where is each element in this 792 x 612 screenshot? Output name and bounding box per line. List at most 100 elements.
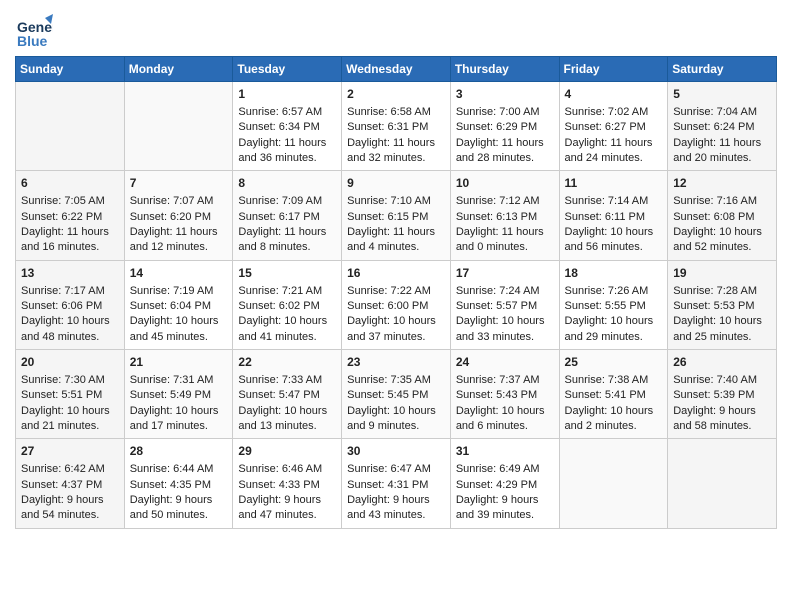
day-number: 13 xyxy=(21,265,119,282)
weekday-header-thursday: Thursday xyxy=(450,57,559,82)
sunset-text: Sunset: 6:04 PM xyxy=(130,299,228,314)
day-number: 2 xyxy=(347,86,445,103)
calendar-cell: 10Sunrise: 7:12 AMSunset: 6:13 PMDayligh… xyxy=(450,171,559,260)
calendar-week-row: 1Sunrise: 6:57 AMSunset: 6:34 PMDaylight… xyxy=(16,82,777,171)
calendar-cell: 4Sunrise: 7:02 AMSunset: 6:27 PMDaylight… xyxy=(559,82,668,171)
daylight-text: Daylight: 9 hours and 50 minutes. xyxy=(130,493,228,524)
sunset-text: Sunset: 6:02 PM xyxy=(238,299,336,314)
sunset-text: Sunset: 6:34 PM xyxy=(238,120,336,135)
day-number: 31 xyxy=(456,443,554,460)
sunset-text: Sunset: 4:35 PM xyxy=(130,478,228,493)
daylight-text: Daylight: 10 hours and 37 minutes. xyxy=(347,314,445,345)
day-number: 29 xyxy=(238,443,336,460)
sunrise-text: Sunrise: 6:57 AM xyxy=(238,105,336,120)
sunrise-text: Sunrise: 6:47 AM xyxy=(347,462,445,477)
sunrise-text: Sunrise: 7:09 AM xyxy=(238,194,336,209)
calendar-cell: 13Sunrise: 7:17 AMSunset: 6:06 PMDayligh… xyxy=(16,260,125,349)
sunset-text: Sunset: 6:17 PM xyxy=(238,210,336,225)
sunrise-text: Sunrise: 7:21 AM xyxy=(238,284,336,299)
sunset-text: Sunset: 6:24 PM xyxy=(673,120,771,135)
sunset-text: Sunset: 4:31 PM xyxy=(347,478,445,493)
day-number: 30 xyxy=(347,443,445,460)
sunset-text: Sunset: 5:47 PM xyxy=(238,388,336,403)
calendar-cell: 29Sunrise: 6:46 AMSunset: 4:33 PMDayligh… xyxy=(233,439,342,528)
weekday-header-wednesday: Wednesday xyxy=(342,57,451,82)
calendar-cell: 11Sunrise: 7:14 AMSunset: 6:11 PMDayligh… xyxy=(559,171,668,260)
day-number: 22 xyxy=(238,354,336,371)
daylight-text: Daylight: 9 hours and 43 minutes. xyxy=(347,493,445,524)
daylight-text: Daylight: 11 hours and 12 minutes. xyxy=(130,225,228,256)
daylight-text: Daylight: 10 hours and 52 minutes. xyxy=(673,225,771,256)
sunset-text: Sunset: 5:51 PM xyxy=(21,388,119,403)
daylight-text: Daylight: 11 hours and 4 minutes. xyxy=(347,225,445,256)
daylight-text: Daylight: 10 hours and 9 minutes. xyxy=(347,404,445,435)
day-number: 5 xyxy=(673,86,771,103)
sunset-text: Sunset: 5:43 PM xyxy=(456,388,554,403)
day-number: 3 xyxy=(456,86,554,103)
daylight-text: Daylight: 9 hours and 54 minutes. xyxy=(21,493,119,524)
day-number: 21 xyxy=(130,354,228,371)
calendar-week-row: 27Sunrise: 6:42 AMSunset: 4:37 PMDayligh… xyxy=(16,439,777,528)
calendar-cell: 22 Sunrise: 7:33 AMSunset: 5:47 PMDayligh… xyxy=(233,350,342,439)
sunset-text: Sunset: 4:33 PM xyxy=(238,478,336,493)
daylight-text: Daylight: 11 hours and 16 minutes. xyxy=(21,225,119,256)
calendar-cell: 15 Sunrise: 7:21 AMSunset: 6:02 PMDayligh… xyxy=(233,260,342,349)
day-number: 11 xyxy=(565,175,663,192)
daylight-text: Daylight: 9 hours and 47 minutes. xyxy=(238,493,336,524)
day-number: 7 xyxy=(130,175,228,192)
day-number: 14 xyxy=(130,265,228,282)
svg-text:Blue: Blue xyxy=(17,33,48,48)
day-number: 18 xyxy=(565,265,663,282)
sunrise-text: Sunrise: 7:00 AM xyxy=(456,105,554,120)
calendar-cell: 7Sunrise: 7:07 AMSunset: 6:20 PMDaylight… xyxy=(124,171,233,260)
sunrise-text: Sunrise: 7:28 AM xyxy=(673,284,771,299)
weekday-header-monday: Monday xyxy=(124,57,233,82)
calendar-cell: 2Sunrise: 6:58 AMSunset: 6:31 PMDaylight… xyxy=(342,82,451,171)
sunrise-text: Sunrise: 7:16 AM xyxy=(673,194,771,209)
day-number: 15 xyxy=(238,265,336,282)
calendar-week-row: 13Sunrise: 7:17 AMSunset: 6:06 PMDayligh… xyxy=(16,260,777,349)
daylight-text: Daylight: 10 hours and 29 minutes. xyxy=(565,314,663,345)
calendar-cell: 23Sunrise: 7:35 AMSunset: 5:45 PMDayligh… xyxy=(342,350,451,439)
day-number: 28 xyxy=(130,443,228,460)
daylight-text: Daylight: 10 hours and 21 minutes. xyxy=(21,404,119,435)
day-number: 23 xyxy=(347,354,445,371)
calendar-cell: 21Sunrise: 7:31 AMSunset: 5:49 PMDayligh… xyxy=(124,350,233,439)
day-number: 10 xyxy=(456,175,554,192)
sunset-text: Sunset: 6:08 PM xyxy=(673,210,771,225)
sunrise-text: Sunrise: 6:49 AM xyxy=(456,462,554,477)
calendar-cell: 1Sunrise: 6:57 AMSunset: 6:34 PMDaylight… xyxy=(233,82,342,171)
calendar-cell: 25Sunrise: 7:38 AMSunset: 5:41 PMDayligh… xyxy=(559,350,668,439)
daylight-text: Daylight: 10 hours and 41 minutes. xyxy=(238,314,336,345)
sunrise-text: Sunrise: 7:30 AM xyxy=(21,373,119,388)
sunrise-text: Sunrise: 7:33 AM xyxy=(238,373,336,388)
weekday-header-row: SundayMondayTuesdayWednesdayThursdayFrid… xyxy=(16,57,777,82)
weekday-header-friday: Friday xyxy=(559,57,668,82)
day-number: 25 xyxy=(565,354,663,371)
calendar-cell: 14Sunrise: 7:19 AMSunset: 6:04 PMDayligh… xyxy=(124,260,233,349)
daylight-text: Daylight: 10 hours and 56 minutes. xyxy=(565,225,663,256)
sunrise-text: Sunrise: 7:22 AM xyxy=(347,284,445,299)
sunset-text: Sunset: 5:57 PM xyxy=(456,299,554,314)
sunset-text: Sunset: 5:41 PM xyxy=(565,388,663,403)
calendar-table: SundayMondayTuesdayWednesdayThursdayFrid… xyxy=(15,56,777,529)
sunset-text: Sunset: 6:27 PM xyxy=(565,120,663,135)
sunrise-text: Sunrise: 7:10 AM xyxy=(347,194,445,209)
sunrise-text: Sunrise: 6:44 AM xyxy=(130,462,228,477)
calendar-cell: 12Sunrise: 7:16 AMSunset: 6:08 PMDayligh… xyxy=(668,171,777,260)
sunrise-text: Sunrise: 7:35 AM xyxy=(347,373,445,388)
sunset-text: Sunset: 6:22 PM xyxy=(21,210,119,225)
sunrise-text: Sunrise: 7:26 AM xyxy=(565,284,663,299)
calendar-cell: 18Sunrise: 7:26 AMSunset: 5:55 PMDayligh… xyxy=(559,260,668,349)
daylight-text: Daylight: 10 hours and 45 minutes. xyxy=(130,314,228,345)
logo-icon: General Blue xyxy=(15,10,53,48)
sunset-text: Sunset: 5:49 PM xyxy=(130,388,228,403)
sunset-text: Sunset: 6:15 PM xyxy=(347,210,445,225)
sunrise-text: Sunrise: 7:12 AM xyxy=(456,194,554,209)
sunset-text: Sunset: 6:06 PM xyxy=(21,299,119,314)
page-header: General Blue xyxy=(15,10,777,48)
sunset-text: Sunset: 6:00 PM xyxy=(347,299,445,314)
daylight-text: Daylight: 10 hours and 13 minutes. xyxy=(238,404,336,435)
sunset-text: Sunset: 6:29 PM xyxy=(456,120,554,135)
sunrise-text: Sunrise: 6:42 AM xyxy=(21,462,119,477)
